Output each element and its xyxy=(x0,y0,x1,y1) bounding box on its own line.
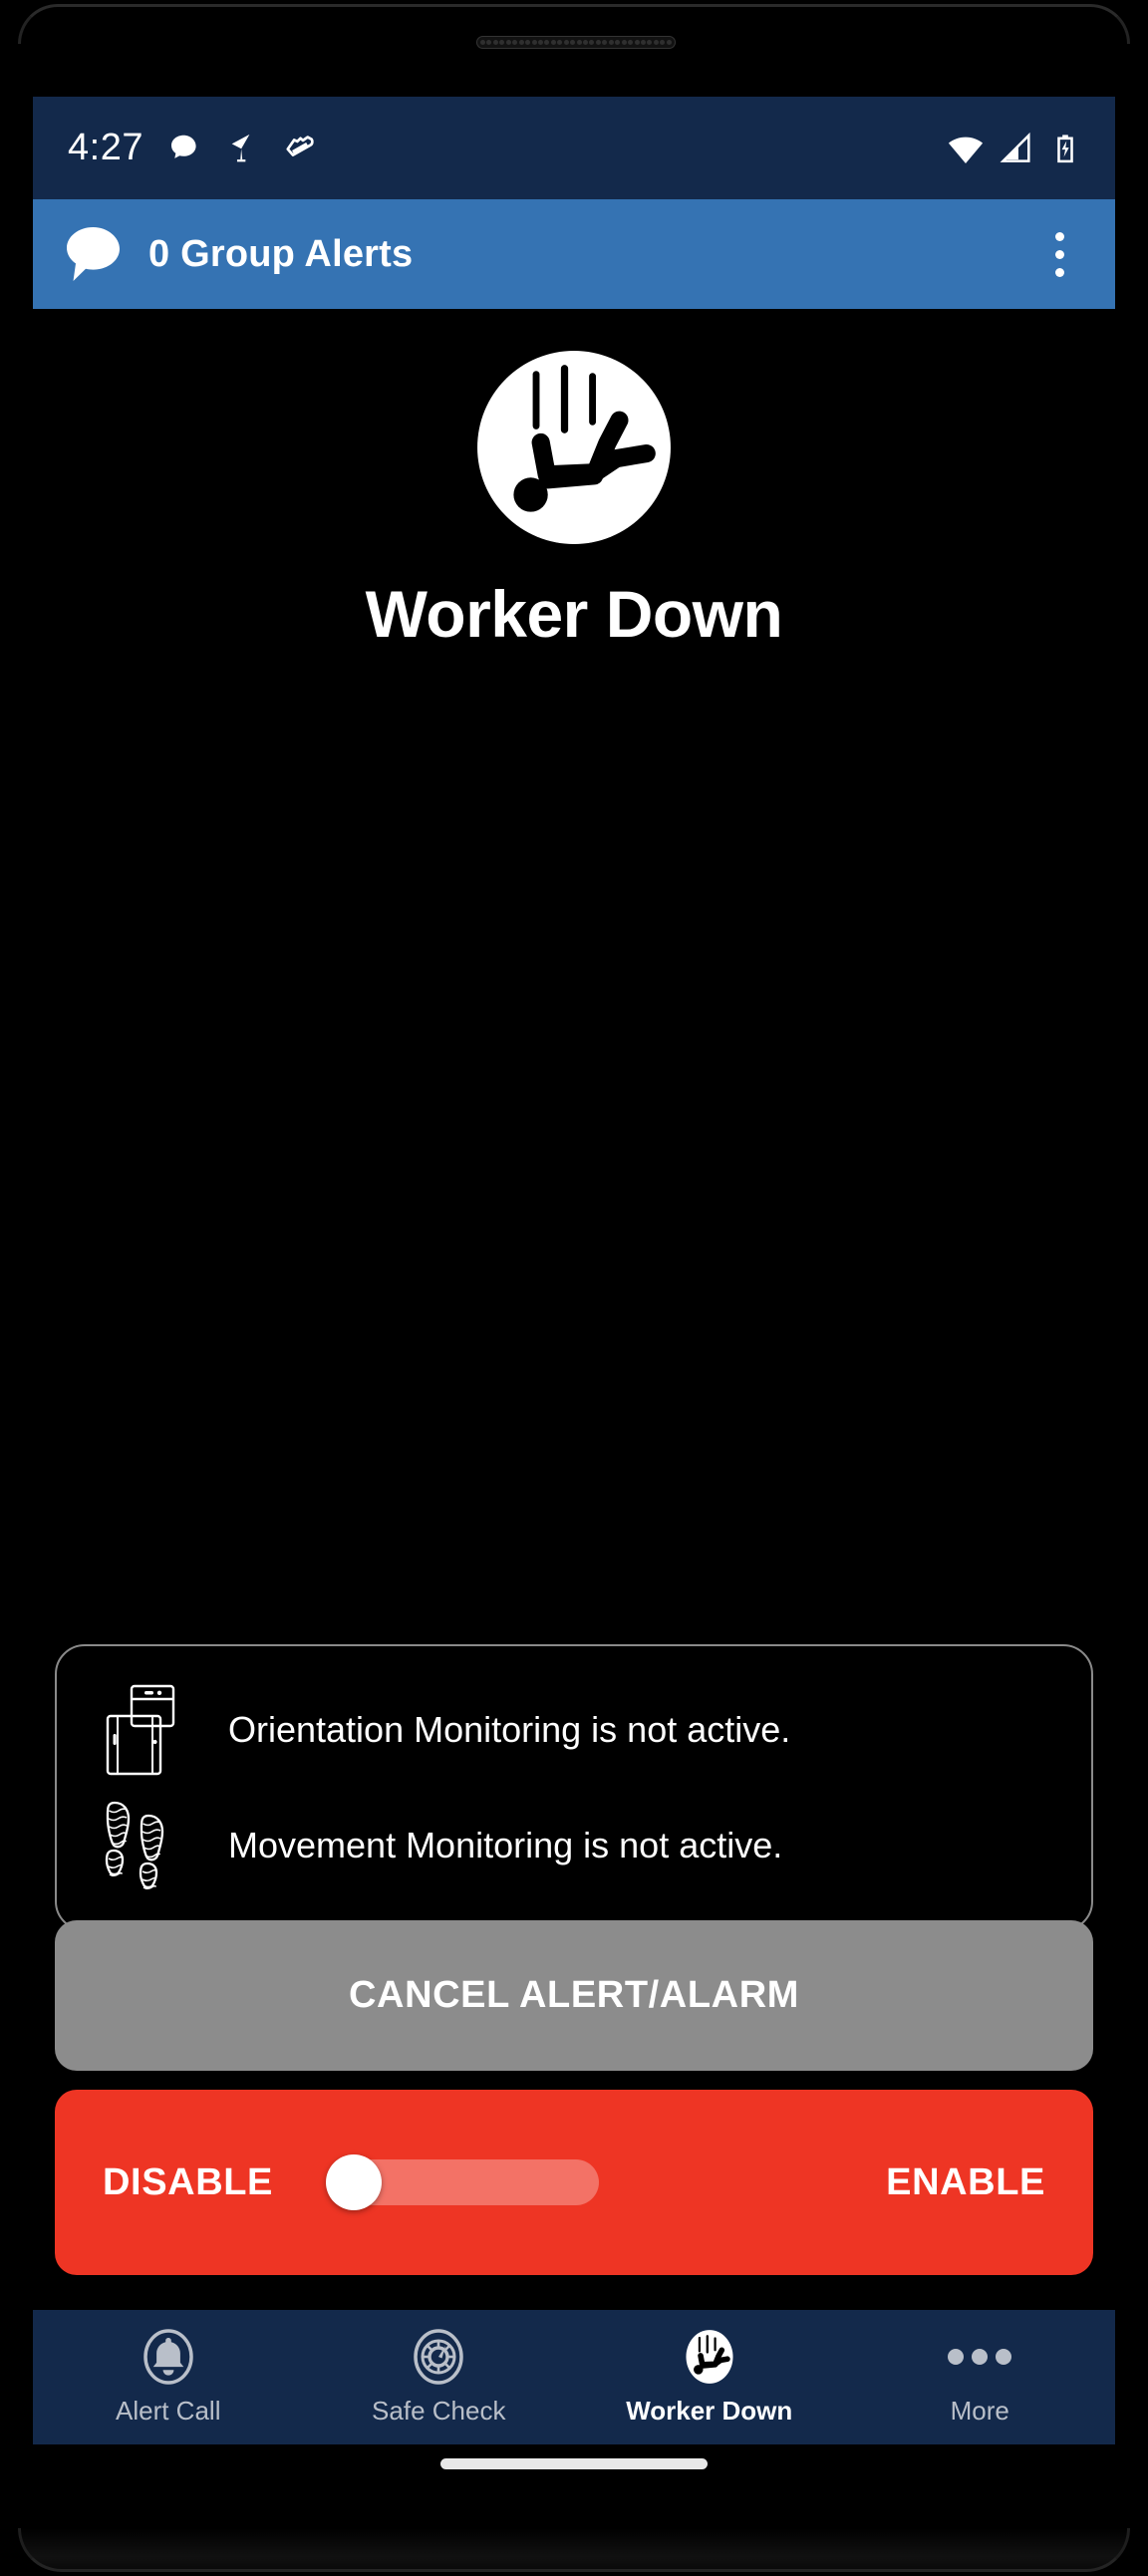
cellular-signal-icon xyxy=(1000,132,1030,162)
status-bar-left-group: 4:27 xyxy=(68,127,317,169)
cancel-alert-alarm-button[interactable]: CANCEL ALERT/ALARM xyxy=(55,1920,1093,2071)
overflow-menu-icon[interactable] xyxy=(1033,219,1085,289)
phone-orientation-icon xyxy=(87,1682,198,1778)
worker-down-icon xyxy=(477,351,671,544)
status-row-orientation-label: Orientation Monitoring is not active. xyxy=(228,1709,791,1750)
status-row-movement: Movement Monitoring is not active. xyxy=(87,1792,1061,1899)
worker-down-icon xyxy=(681,2328,738,2386)
footprints-icon xyxy=(87,1796,198,1895)
device-frame: 4:27 0 Group Alerts Worker Down Orientat… xyxy=(0,0,1148,2576)
bottom-navigation-bar: Alert Call Safe Check Worker Down More xyxy=(33,2310,1115,2444)
hero-section: Worker Down xyxy=(33,309,1115,652)
more-dots-icon xyxy=(948,2328,1012,2386)
phone-screen: 4:27 0 Group Alerts Worker Down Orientat… xyxy=(33,97,1115,2483)
enable-disable-slider[interactable] xyxy=(326,2147,615,2217)
nav-item-alert-call[interactable]: Alert Call xyxy=(33,2310,304,2444)
speech-bubble-icon xyxy=(67,227,120,281)
enable-disable-toggle-bar[interactable]: DISABLE ENABLE xyxy=(55,2090,1093,2275)
nav-label-more: More xyxy=(950,2396,1009,2426)
nav-item-more[interactable]: More xyxy=(845,2310,1116,2444)
main-content: Worker Down Orientation Monitoring is no… xyxy=(33,309,1115,2483)
shoe-icon xyxy=(286,135,314,156)
gauge-icon xyxy=(410,2328,467,2386)
message-bubble-icon xyxy=(170,135,196,158)
nav-label-worker-down: Worker Down xyxy=(626,2396,793,2426)
slider-track xyxy=(348,2159,599,2205)
nav-item-safe-check[interactable]: Safe Check xyxy=(304,2310,575,2444)
earpiece-speaker-grille xyxy=(476,36,676,49)
battery-charging-icon xyxy=(1057,134,1073,162)
home-gesture-pill[interactable] xyxy=(440,2458,708,2469)
flag-icon xyxy=(231,134,250,161)
monitoring-status-card: Orientation Monitoring is not active. Mo… xyxy=(55,1644,1093,1931)
bell-icon xyxy=(140,2328,197,2386)
nav-label-alert-call: Alert Call xyxy=(116,2396,221,2426)
system-status-bar: 4:27 xyxy=(33,97,1115,199)
nav-item-worker-down[interactable]: Worker Down xyxy=(574,2310,845,2444)
system-gesture-area xyxy=(33,2444,1115,2483)
phone-bezel-bottom xyxy=(18,2528,1130,2572)
app-bar-title: 0 Group Alerts xyxy=(148,232,414,275)
toggle-disable-label: DISABLE xyxy=(103,2160,273,2203)
slider-thumb[interactable] xyxy=(326,2154,382,2210)
status-row-orientation: Orientation Monitoring is not active. xyxy=(87,1676,1061,1784)
app-bar[interactable]: 0 Group Alerts xyxy=(33,199,1115,309)
nav-label-safe-check: Safe Check xyxy=(372,2396,506,2426)
wifi-icon xyxy=(948,137,984,163)
status-row-movement-label: Movement Monitoring is not active. xyxy=(228,1825,783,1865)
page-title: Worker Down xyxy=(365,577,783,651)
toggle-enable-label: ENABLE xyxy=(886,2160,1045,2203)
status-bar-right-group xyxy=(947,130,1082,167)
status-bar-clock: 4:27 xyxy=(68,127,144,168)
